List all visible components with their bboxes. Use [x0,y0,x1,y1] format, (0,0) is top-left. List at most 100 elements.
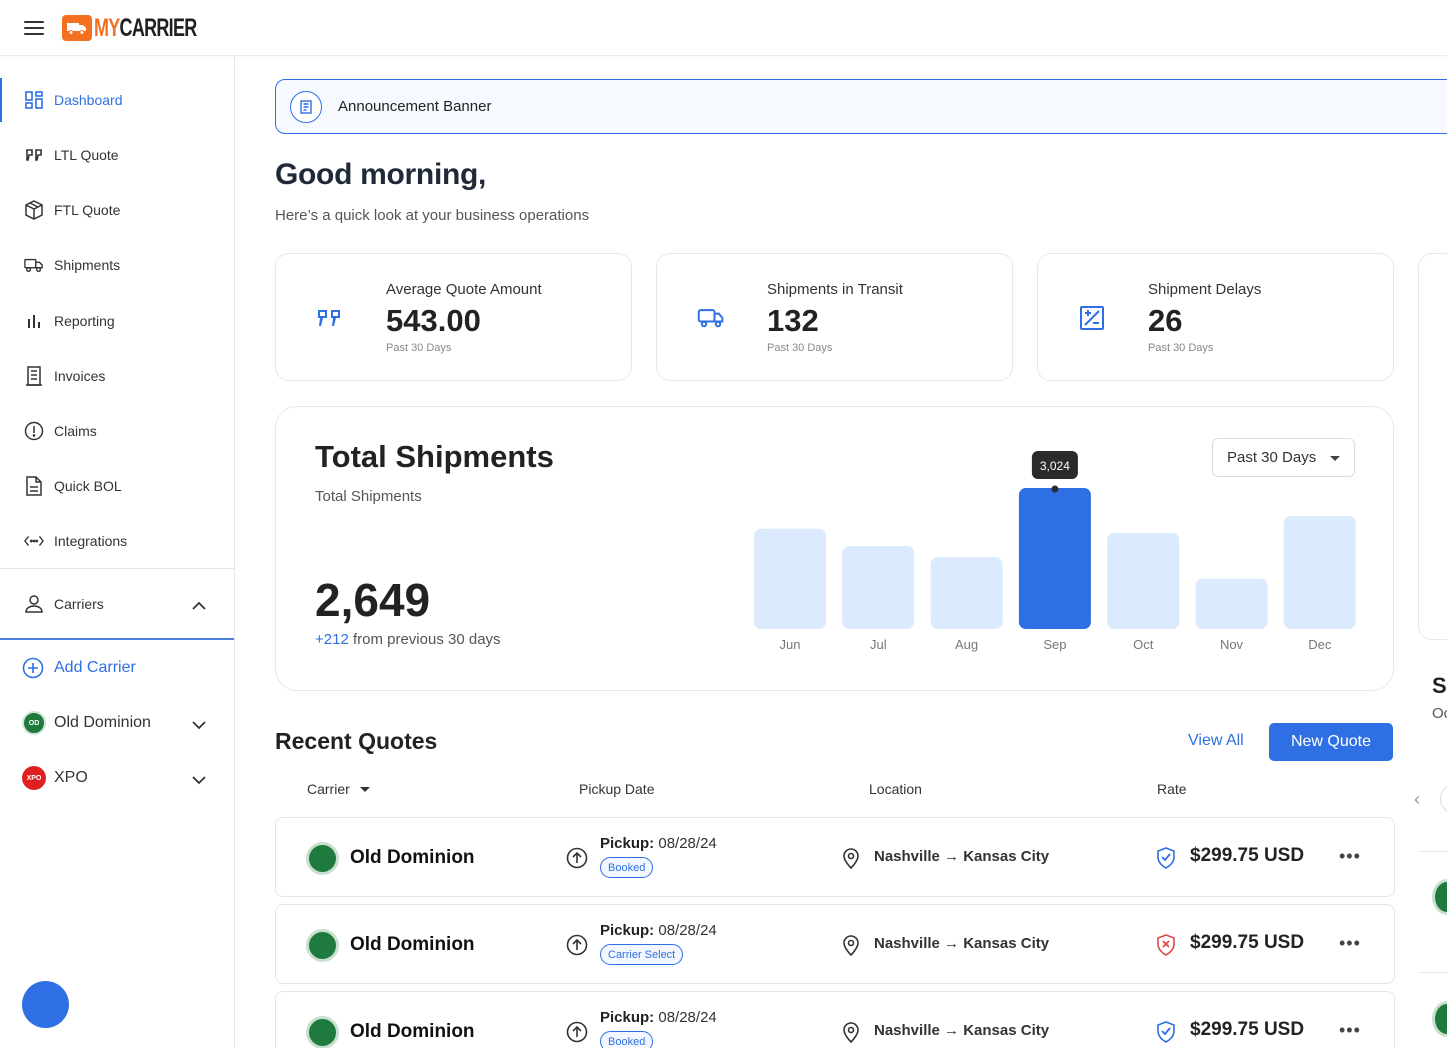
stat-card-shipment-delays[interactable]: Shipment Delays 26 Past 30 Days [1037,253,1394,381]
divider [1418,851,1447,852]
logo-truck-icon [62,15,92,41]
quote-row[interactable]: Old Dominion Pickup: 08/28/24 Booked Nashvi… [275,991,1395,1048]
quote-row[interactable]: Old Dominion Pickup: 08/28/24 Booked Nashvi… [275,817,1395,897]
pickup-label: Pickup: [600,835,655,852]
sidebar-item-quick-bol[interactable]: Quick BOL [0,462,234,510]
stat-period: Past 30 Days [386,342,452,354]
chart-bar-jun[interactable] [754,528,826,629]
route-origin: Nashville [874,848,940,865]
announcement-banner[interactable]: Announcement Banner [275,79,1447,134]
truck-icon [697,304,725,332]
more-options-icon[interactable]: ••• [1339,1020,1361,1041]
status-badge: Booked [600,857,654,878]
divider [1418,972,1447,973]
column-header-pickup-date: Pickup Date [579,781,655,797]
logo-wordmark: MYCARRIER [94,13,197,42]
stat-card-shipments-in-transit[interactable]: Shipments in Transit 132 Past 30 Days [656,253,1013,381]
column-header-label: Carrier [307,781,350,797]
carriers-label: Carriers [54,595,104,612]
chevron-up-icon [192,597,206,613]
chart-bar-nov[interactable] [1195,578,1268,629]
banner-text: Announcement Banner [338,98,492,115]
quote-icon [316,304,344,332]
stat-period: Past 30 Days [767,342,833,354]
dashboard-icon [24,90,44,110]
chart-bar-sep[interactable] [1018,488,1091,629]
add-carrier-button[interactable]: Add Carrier [0,644,234,692]
location-pin-icon [842,934,860,961]
status-badge: Booked [600,1031,654,1048]
old-dominion-logo [306,842,339,875]
quote-rate: $299.75 USD [1190,845,1305,866]
pickup-date-value: 08/28/24 [658,1009,717,1026]
old-dominion-logo [1432,1001,1447,1037]
carrier-name: Old Dominion [54,714,151,731]
alert-circle-icon [24,421,44,441]
sidebar-item-ltl-quote[interactable]: LTL Quote [0,131,234,179]
pager-button[interactable] [1440,784,1447,814]
chart-tooltip-marker [1051,485,1059,493]
chart-bar-dec[interactable] [1283,516,1356,629]
x-tick-label: Oct [1133,637,1154,652]
sidebar-item-reporting[interactable]: Reporting [0,297,234,345]
pickup-date-value: 08/28/24 [658,922,717,939]
sidebar: Dashboard LTL Quote FTL Quote Shipments … [0,56,235,1048]
sidebar-item-ftl-quote[interactable]: FTL Quote [0,186,234,234]
route-origin: Nashville [874,935,940,952]
menu-icon[interactable] [24,18,44,38]
top-bar: MYCARRIER [0,0,1447,56]
sidebar-carrier-xpo[interactable]: XPO XPO [0,754,234,802]
carriers-section-toggle[interactable]: Carriers [0,568,234,640]
stat-label: Shipment Delays [1148,281,1262,298]
sidebar-item-integrations[interactable]: Integrations [0,517,234,565]
sidebar-item-invoices[interactable]: Invoices [0,352,234,400]
new-quote-button[interactable]: New Quote [1269,723,1393,761]
chart-tooltip-value: 3,024 [1040,459,1070,473]
box-icon [24,200,44,220]
sidebar-item-label: LTL Quote [54,147,119,163]
column-header-location: Location [869,781,922,797]
view-all-link[interactable]: View All [1188,732,1244,750]
x-tick-label: Aug [955,637,978,652]
recent-quotes-title: Recent Quotes [275,728,438,754]
quote-rate: $299.75 USD [1190,1019,1305,1040]
more-options-icon[interactable]: ••• [1339,846,1361,867]
sidebar-item-label: FTL Quote [54,202,121,218]
old-dominion-logo [306,1016,339,1048]
sidebar-item-label: Reporting [54,313,115,329]
caret-down-icon [359,786,370,792]
route-destination: Kansas City [963,935,1050,952]
chart-bar-jul[interactable] [842,546,915,629]
chart-bar-oct[interactable] [1107,532,1180,629]
sidebar-item-shipments[interactable]: Shipments [0,241,234,289]
stat-period: Past 30 Days [1148,342,1214,354]
column-header-carrier[interactable]: Carrier [307,781,370,797]
chart-bar-aug[interactable] [930,557,1003,629]
total-shipments-card: Total Shipments Total Shipments 2,649 +2… [275,406,1394,691]
pickup-date: Pickup: 08/28/24 [600,1009,717,1026]
x-tick-label: Dec [1308,637,1332,652]
more-options-icon[interactable]: ••• [1339,933,1361,954]
mycarrier-logo[interactable]: MYCARRIER [62,13,236,43]
document-icon [24,476,44,496]
carrier-name: XPO [54,769,88,786]
shield-x-icon [1156,934,1176,961]
quote-rate: $299.75 USD [1190,932,1305,953]
quote-icon [24,145,44,165]
arrow-up-circle-icon [566,934,588,961]
arrow-right-icon: → [944,935,960,952]
chevron-left-icon[interactable]: ‹ [1414,789,1420,810]
delay-icon [1078,304,1106,332]
floating-action-button[interactable] [22,981,69,1028]
quote-row[interactable]: Old Dominion Pickup: 08/28/24 Carrier Sele… [275,904,1395,984]
sidebar-item-claims[interactable]: Claims [0,407,234,455]
shipments-bar-chart: Jun Jul Aug Sep 3,024 Oct Nov Dec [754,451,1356,652]
sidebar-item-dashboard[interactable]: Dashboard [0,76,234,124]
sidebar-item-label: Dashboard [54,92,123,108]
stat-value: 543.00 [386,303,481,338]
column-header-rate: Rate [1157,781,1187,797]
stat-card-average-quote[interactable]: Average Quote Amount 543.00 Past 30 Days [275,253,632,381]
sidebar-carrier-old-dominion[interactable]: OD Old Dominion [0,699,234,747]
sidebar-item-label: Shipments [54,257,121,273]
pickup-date: Pickup: 08/28/24 [600,922,717,939]
